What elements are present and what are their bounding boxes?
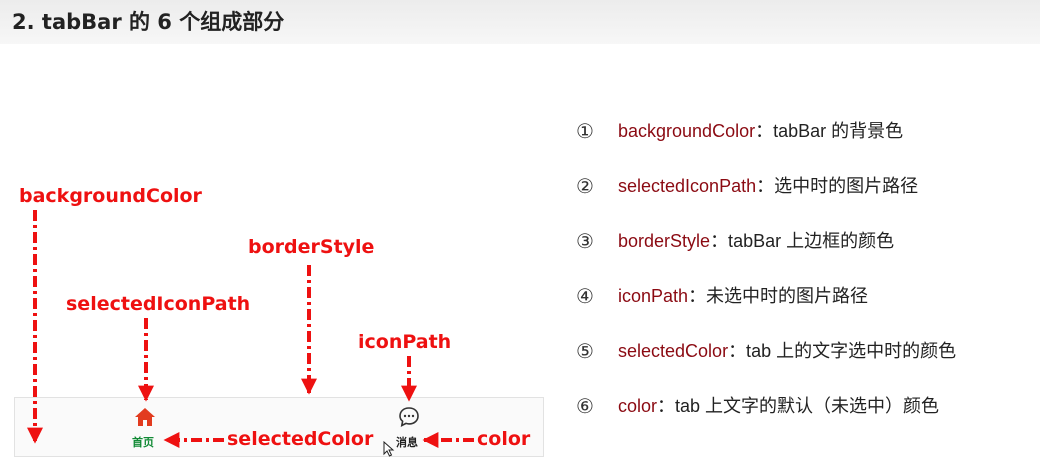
legend-number: ⑤ [576, 339, 594, 363]
callout-icon-path: iconPath [358, 331, 452, 353]
callout-selected-icon-path: selectedIconPath [66, 293, 251, 315]
legend-key: selectedIconPath [618, 176, 757, 196]
legend-number: ① [576, 119, 594, 143]
legend-key: iconPath [618, 286, 689, 306]
legend-key: color [618, 396, 658, 416]
legend-number: ⑥ [576, 394, 594, 418]
legend-description: ：tabBar 上边框的颜色 [710, 231, 895, 251]
legend-description: ：tab 上的文字选中时的颜色 [728, 341, 957, 361]
legend-number: ③ [576, 229, 594, 253]
legend-number: ② [576, 174, 594, 198]
legend-item: ④ iconPath ：未选中时的图片路径 [576, 283, 1036, 338]
legend-number: ④ [576, 284, 594, 308]
property-legend: ① backgroundColor ：tabBar 的背景色 ② selecte… [576, 118, 1036, 448]
legend-key: selectedColor [618, 341, 729, 361]
callout-selected-color: selectedColor [227, 428, 374, 450]
legend-key: backgroundColor [618, 121, 756, 141]
legend-item: ② selectedIconPath ：选中时的图片路径 [576, 173, 1036, 228]
legend-description: ：未选中时的图片路径 [688, 286, 869, 306]
callout-border-style: borderStyle [248, 236, 375, 258]
legend-description: ：tabBar 的背景色 [755, 121, 904, 141]
legend-item: ① backgroundColor ：tabBar 的背景色 [576, 118, 1036, 173]
legend-description: ：选中时的图片路径 [756, 176, 919, 196]
legend-description: ：tab 上文字的默认（未选中）颜色 [657, 396, 940, 416]
callout-color: color [477, 428, 531, 450]
callout-background-color: backgroundColor [19, 185, 202, 207]
legend-item: ③ borderStyle ：tabBar 上边框的颜色 [576, 228, 1036, 283]
legend-key: borderStyle [618, 231, 711, 251]
legend-item: ⑥ color ：tab 上文字的默认（未选中）颜色 [576, 393, 1036, 448]
legend-item: ⑤ selectedColor ：tab 上的文字选中时的颜色 [576, 338, 1036, 393]
